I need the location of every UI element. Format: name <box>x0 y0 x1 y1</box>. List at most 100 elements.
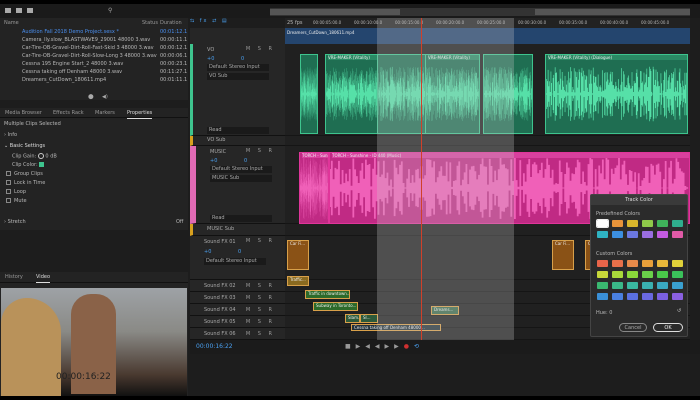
predefined-color-swatch[interactable] <box>596 219 609 228</box>
custom-color-swatch[interactable] <box>642 271 653 278</box>
track-name[interactable]: VO Sub <box>207 137 225 143</box>
clip-color-swatch[interactable] <box>39 162 45 167</box>
play-button[interactable]: ▶ <box>356 343 366 350</box>
predefined-color-swatch[interactable] <box>597 231 608 238</box>
checkbox-lock-in-time[interactable]: Lock in Time <box>6 180 188 187</box>
pan-knob[interactable]: 0 <box>241 56 244 62</box>
predefined-color-swatch[interactable] <box>657 220 668 227</box>
custom-color-swatch[interactable] <box>672 271 683 278</box>
custom-color-swatch[interactable] <box>627 271 638 278</box>
track-name[interactable]: VO <box>207 47 214 53</box>
custom-color-swatch[interactable] <box>627 293 638 300</box>
predefined-color-swatch[interactable] <box>627 220 638 227</box>
volume-knob[interactable]: +0 <box>210 158 217 164</box>
file-row[interactable]: Car-Tire-OB-Gravel-Dirt-Roll-Slow-Long 3… <box>0 53 188 60</box>
speaker-icon[interactable]: ◀) <box>102 94 108 100</box>
file-row[interactable]: Car-Tire-OB-Gravel-Dirt-Roll-Fast-Skid 3… <box>0 45 188 52</box>
tab-video[interactable]: Video <box>36 272 51 283</box>
col-duration[interactable]: Duration <box>160 20 182 27</box>
fx-clip[interactable]: Slam... <box>345 314 360 323</box>
fx-clip[interactable]: Traffic... <box>287 276 309 286</box>
checkbox-group-clips[interactable]: Group Clips <box>6 171 188 178</box>
track-name[interactable]: Sound FX 04 <box>204 307 236 313</box>
predefined-color-swatch[interactable] <box>672 231 683 238</box>
volume-knob[interactable]: +0 <box>204 249 211 255</box>
track-msr-buttons[interactable]: M S R <box>246 46 275 52</box>
custom-color-swatch[interactable] <box>642 260 653 267</box>
new-file-icon[interactable] <box>27 8 33 13</box>
track-name[interactable]: Sound FX 02 <box>204 283 236 289</box>
output-select[interactable]: MUSIC Sub <box>210 175 272 182</box>
tab-history[interactable]: History <box>5 272 23 282</box>
checkbox[interactable] <box>6 171 11 176</box>
vo-clip[interactable]: VRE-MAKER (Vitality) (Dialogue) <box>545 54 688 134</box>
checkbox-loop[interactable]: Loop <box>6 189 188 196</box>
cancel-button[interactable]: Cancel <box>619 323 647 332</box>
file-row[interactable]: Audition Fall 2018 Demo Project.sesx * 00… <box>0 29 188 36</box>
track-name[interactable]: Sound FX 03 <box>204 295 236 301</box>
loop-button[interactable]: ⟲ <box>414 343 424 350</box>
time-selection[interactable] <box>377 18 514 344</box>
clip-gain-value[interactable]: 0 <box>45 154 48 160</box>
stop-button[interactable]: ■ <box>345 343 356 350</box>
checkbox[interactable] <box>6 198 11 203</box>
fx-clip[interactable]: Car Fi... <box>287 240 309 270</box>
checkbox-mute[interactable]: Mute <box>6 198 188 205</box>
custom-color-swatch[interactable] <box>627 260 638 267</box>
input-select[interactable]: Default Stereo Input <box>204 258 266 265</box>
forward-button[interactable]: ▶▶ <box>385 343 404 350</box>
reset-icon[interactable]: ↺ <box>677 308 681 314</box>
track-msr-buttons[interactable]: M S R <box>246 283 275 289</box>
col-name[interactable]: Name <box>4 20 19 27</box>
rewind-button[interactable]: ◀◀ <box>365 343 384 350</box>
ok-button[interactable]: OK <box>653 323 683 332</box>
file-row[interactable]: Cessna taking off Denham 48000 3.wav 00:1… <box>0 69 188 76</box>
custom-color-swatch[interactable] <box>657 271 668 278</box>
predefined-color-swatch[interactable] <box>657 231 668 238</box>
custom-color-swatch[interactable] <box>672 282 683 289</box>
tab-media-browser[interactable]: Media Browser <box>5 108 42 118</box>
custom-color-swatch[interactable] <box>657 260 668 267</box>
import-icon[interactable] <box>16 8 22 13</box>
search-icon[interactable]: ⚲ <box>108 7 112 14</box>
gain-knob[interactable] <box>37 153 44 159</box>
fx-clip[interactable]: Sl... <box>360 314 378 323</box>
track-name[interactable]: MUSIC Sub <box>207 226 234 232</box>
custom-color-swatch[interactable] <box>657 293 668 300</box>
predefined-color-swatch[interactable] <box>672 220 683 227</box>
predefined-color-swatch[interactable] <box>642 231 653 238</box>
checkbox[interactable] <box>6 180 11 185</box>
predefined-color-swatch[interactable] <box>642 220 653 227</box>
music-clip[interactable]: TORCH - Sunshine <box>299 152 329 224</box>
fx-clip[interactable]: Car Fi... <box>552 240 574 270</box>
track-msr-buttons[interactable]: M S R <box>246 319 275 325</box>
custom-color-swatch[interactable] <box>657 282 668 289</box>
custom-color-swatch[interactable] <box>672 260 683 267</box>
automation-mode-select[interactable]: Read <box>210 215 272 222</box>
predefined-color-swatch[interactable] <box>612 231 623 238</box>
file-row[interactable]: Camera_lly.slow_BLASTWAVE9_29001 48000 3… <box>0 37 188 44</box>
track-name[interactable]: Sound FX 05 <box>204 319 236 325</box>
custom-color-swatch[interactable] <box>672 293 683 300</box>
fx-clip[interactable]: Subway in Toronto... <box>313 302 358 311</box>
custom-color-swatch[interactable] <box>597 293 608 300</box>
input-select[interactable]: Default Stereo Input <box>210 166 272 173</box>
input-select[interactable]: Default Stereo Input <box>207 64 269 71</box>
file-row[interactable]: Cessna 195 Engine Start_2 48000 3.wav 00:… <box>0 61 188 68</box>
track-msr-buttons[interactable]: M S R <box>246 307 275 313</box>
track-name[interactable]: Sound FX 06 <box>204 331 236 337</box>
file-row[interactable]: Dreamers_CutDown_180611.mp4 00:01:11.1 <box>0 77 188 84</box>
mic-icon[interactable]: ⬤ <box>88 94 94 100</box>
custom-color-swatch[interactable] <box>597 271 608 278</box>
track-msr-buttons[interactable]: M S R <box>246 238 275 244</box>
volume-knob[interactable]: +0 <box>207 56 214 62</box>
playhead[interactable] <box>421 18 422 344</box>
folder-icon[interactable] <box>5 8 11 13</box>
custom-color-swatch[interactable] <box>612 293 623 300</box>
automation-mode-select[interactable]: Read <box>207 127 269 134</box>
track-name[interactable]: MUSIC <box>210 149 226 155</box>
custom-color-swatch[interactable] <box>597 282 608 289</box>
track-msr-buttons[interactable]: M S R <box>246 148 275 154</box>
custom-color-swatch[interactable] <box>612 271 623 278</box>
checkbox[interactable] <box>6 189 11 194</box>
